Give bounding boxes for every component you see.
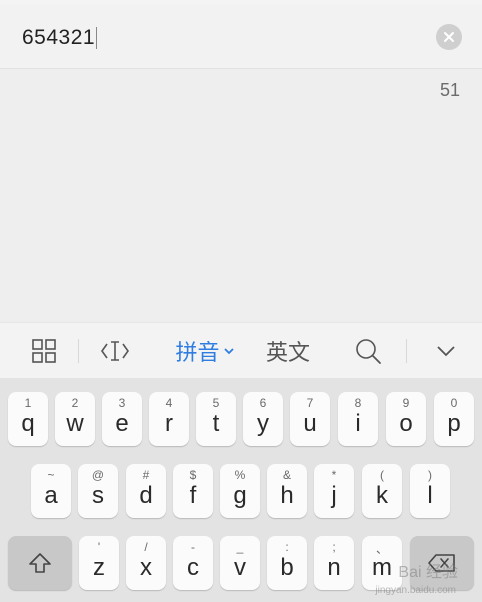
key-p[interactable]: 0p — [434, 392, 474, 446]
english-label: 英文 — [265, 340, 310, 365]
shift-arrow-icon — [29, 553, 51, 573]
text-caret — [96, 27, 98, 49]
keyboard-toolbar: 拼音 英文 — [0, 322, 482, 378]
text-input[interactable]: 654321 — [22, 26, 98, 50]
char-counter: 51 — [439, 80, 460, 100]
key-c[interactable]: -c — [173, 536, 213, 590]
toolbar-collapse-button[interactable] — [430, 323, 462, 379]
toolbar-english-tab[interactable]: 英文 — [260, 323, 316, 379]
close-icon — [444, 32, 454, 42]
key-l[interactable]: ) l — [410, 464, 450, 518]
text-cursor-icon — [101, 341, 129, 361]
key-h[interactable]: & h — [267, 464, 307, 518]
watermark-logo: Bai 经验 — [398, 564, 458, 581]
key-o[interactable]: 9o — [386, 392, 426, 446]
toolbar-cursor-button[interactable] — [98, 323, 132, 379]
key-q[interactable]: 1q — [8, 392, 48, 446]
key-j[interactable]: * j — [314, 464, 354, 518]
key-t[interactable]: 5t — [196, 392, 236, 446]
toolbar-grid-button[interactable] — [28, 323, 60, 379]
key-r[interactable]: 4r — [149, 392, 189, 446]
key-m[interactable]: 、 m — [362, 536, 402, 590]
key-d[interactable]: # d — [126, 464, 166, 518]
key-e[interactable]: 3e — [102, 392, 142, 446]
key-u[interactable]: 7u — [290, 392, 330, 446]
input-value: 654321 — [22, 26, 96, 49]
grid-icon — [32, 339, 56, 363]
toolbar-pinyin-tab[interactable]: 拼音 — [170, 323, 240, 379]
watermark-url: jingyan.baidu.com — [375, 585, 456, 596]
key-g[interactable]: % g — [220, 464, 260, 518]
chevron-down-icon — [437, 346, 455, 357]
shift-key[interactable] — [8, 536, 72, 590]
key-x[interactable]: / x — [126, 536, 166, 590]
key-v[interactable]: _ v — [220, 536, 260, 590]
key-k[interactable]: (k — [362, 464, 402, 518]
text-input-bar[interactable]: 654321 — [0, 4, 482, 69]
key-z[interactable]: ' z — [79, 536, 119, 590]
key-f[interactable]: $ f — [173, 464, 213, 518]
soft-keyboard: 1q 2w 3e 4r 5t 6y 7u 8i 9o 0p ~ a @ s # d $… — [0, 378, 482, 602]
key-w[interactable]: 2w — [55, 392, 95, 446]
key-s[interactable]: @ s — [78, 464, 118, 518]
key-i[interactable]: 8i — [338, 392, 378, 446]
key-b[interactable]: :b — [267, 536, 307, 590]
key-y[interactable]: 6y — [243, 392, 283, 446]
clear-button[interactable] — [436, 24, 462, 50]
key-n[interactable]: ; n — [314, 536, 354, 590]
toolbar-divider — [406, 339, 407, 363]
key-a[interactable]: ~ a — [31, 464, 71, 518]
chevron-down-icon — [223, 348, 234, 355]
toolbar-divider — [78, 339, 79, 363]
toolbar-search-button[interactable] — [352, 323, 384, 379]
search-icon — [356, 339, 381, 364]
pinyin-label: 拼音 — [175, 340, 220, 365]
